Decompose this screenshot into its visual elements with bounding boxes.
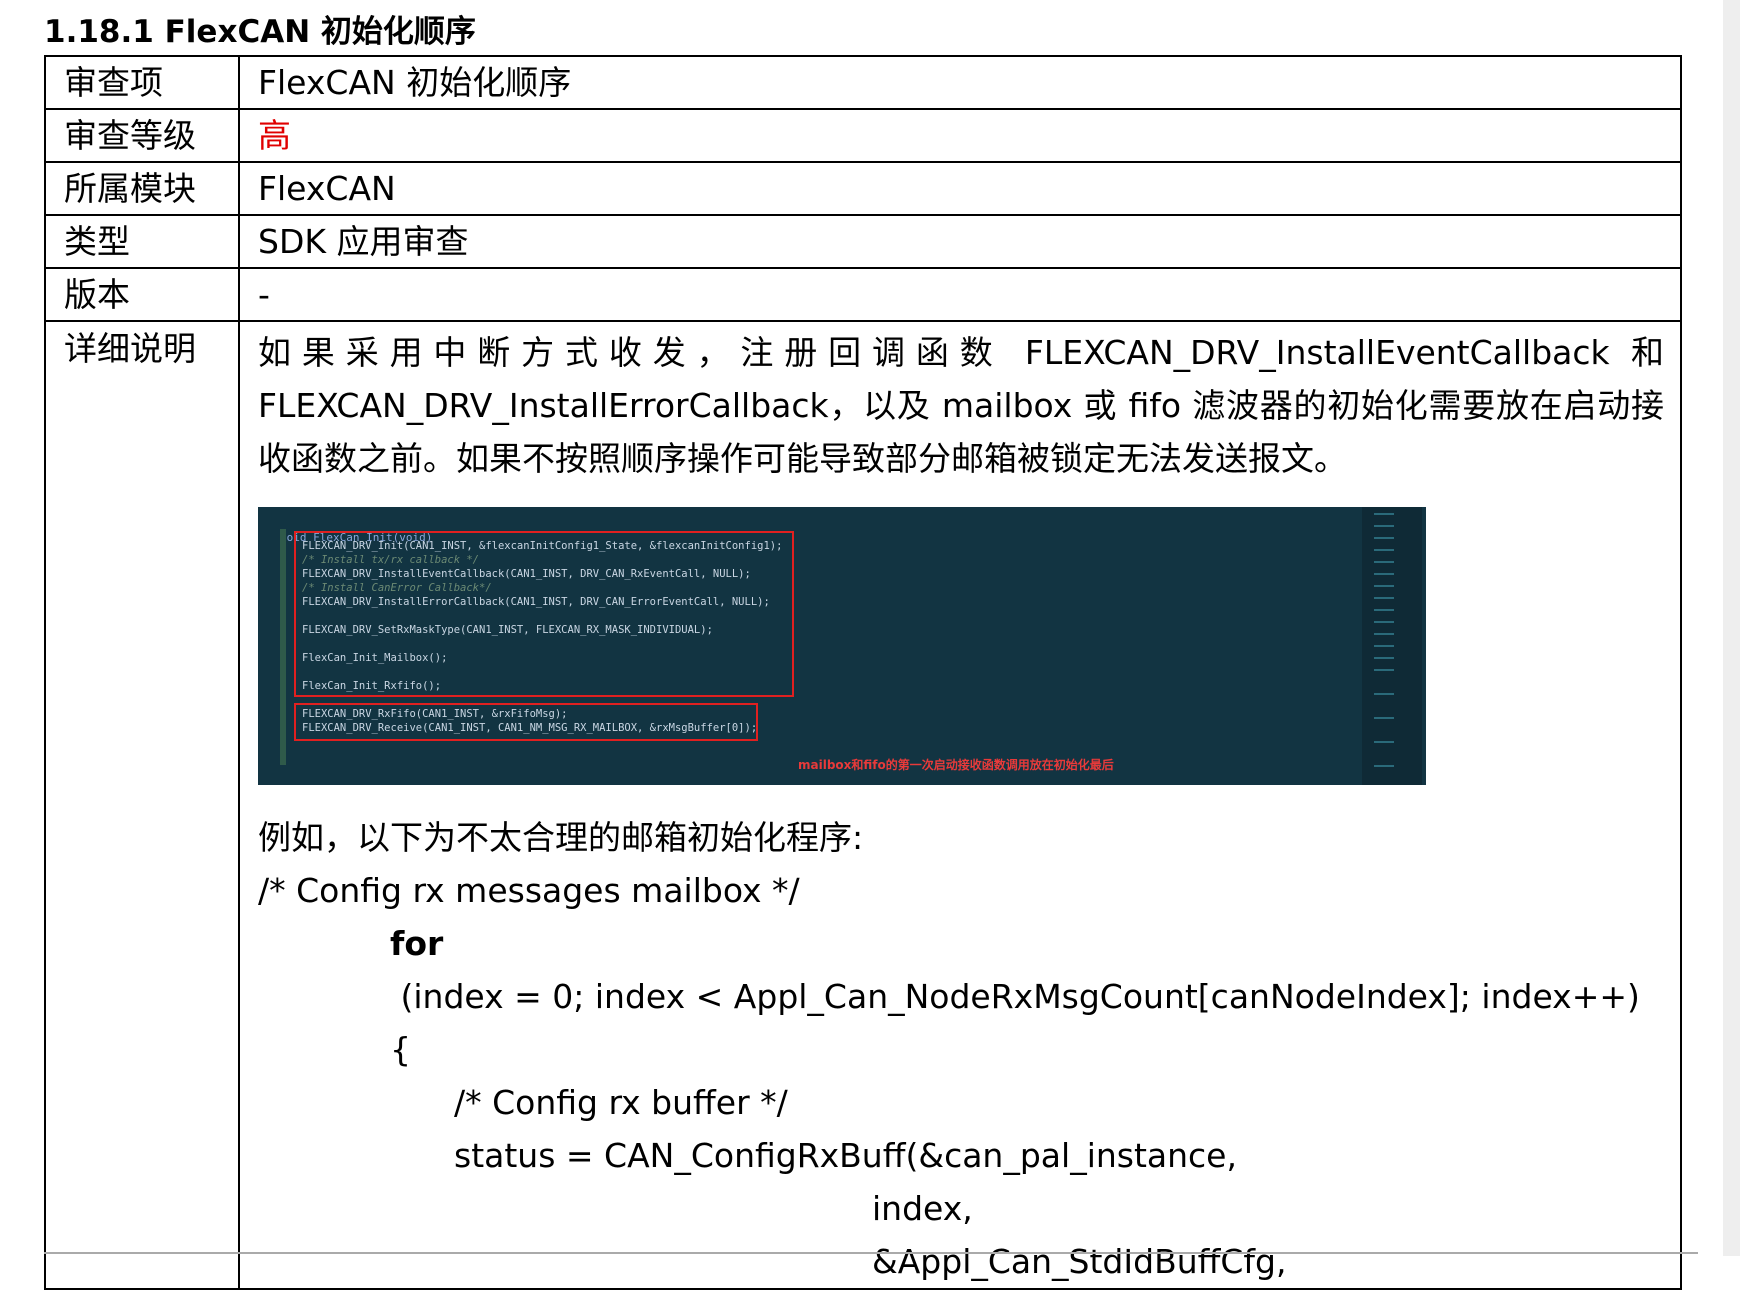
row-label: 版本 (44, 267, 240, 322)
detail-paragraph: 如果采用中断方式收发，注册回调函数 FLEXCAN_DRV_InstallEve… (258, 333, 1664, 478)
row-value: - (238, 267, 1682, 322)
table-row: 审查项 FlexCAN 初始化顺序 (44, 55, 1682, 110)
code-comment: /* Config rx buffer */ (454, 1083, 788, 1122)
row-label: 所属模块 (44, 161, 240, 216)
code-arg: &Appl_Can_StdIdBuffCfg, (872, 1242, 1287, 1281)
table-row: 所属模块 FlexCAN (44, 161, 1682, 216)
minimap (1362, 507, 1422, 785)
row-label: 类型 (44, 214, 240, 269)
table-row: 类型 SDK 应用审查 (44, 214, 1682, 269)
row-value: SDK 应用审查 (238, 214, 1682, 269)
for-condition: (index = 0; index < Appl_Can_NodeRxMsgCo… (390, 977, 1640, 1016)
code-status-line: status = CAN_ConfigRxBuff(&can_pal_insta… (454, 1136, 1237, 1175)
code-brace: { (390, 1030, 411, 1069)
page-edge (1723, 0, 1740, 1256)
example-code: 例如，以下为不太合理的邮箱初始化程序: /* Config rx message… (258, 811, 1664, 1288)
page-bottom-rule (44, 1252, 1698, 1254)
code-arg: index, (872, 1189, 973, 1228)
ide-code-screenshot: void FlexCan_Init(void) FLEXCAN_DRV_Init… (258, 507, 1426, 785)
review-table: 审查项 FlexCAN 初始化顺序 审查等级 高 所属模块 FlexCAN 类型… (44, 55, 1682, 1290)
highlight-box-init (294, 531, 794, 697)
table-row: 版本 - (44, 267, 1682, 322)
fold-gutter (280, 529, 286, 765)
code-comment: /* Config rx messages mailbox */ (258, 871, 800, 910)
row-label: 审查项 (44, 55, 240, 110)
detail-content: 如果采用中断方式收发，注册回调函数 FLEXCAN_DRV_InstallEve… (238, 320, 1682, 1290)
annotation-text: mailbox和fifo的第一次启动接收函数调用放在初始化最后 (798, 758, 1114, 772)
example-intro: 例如，以下为不太合理的邮箱初始化程序: (258, 818, 864, 857)
detail-row: 详细说明 如果采用中断方式收发，注册回调函数 FLEXCAN_DRV_Insta… (44, 320, 1682, 1290)
code-for-line: for (index = 0; index < Appl_Can_NodeRxM… (258, 917, 1664, 1023)
section-heading: 1.18.1 FlexCAN 初始化顺序 (44, 14, 476, 50)
highlight-box-receive (294, 703, 758, 741)
row-value: FlexCAN 初始化顺序 (238, 55, 1682, 110)
review-level-value: 高 (238, 108, 1682, 163)
table-row: 审查等级 高 (44, 108, 1682, 163)
for-keyword: for (390, 924, 444, 963)
row-value: FlexCAN (238, 161, 1682, 216)
row-label: 详细说明 (44, 320, 240, 1290)
row-label: 审查等级 (44, 108, 240, 163)
